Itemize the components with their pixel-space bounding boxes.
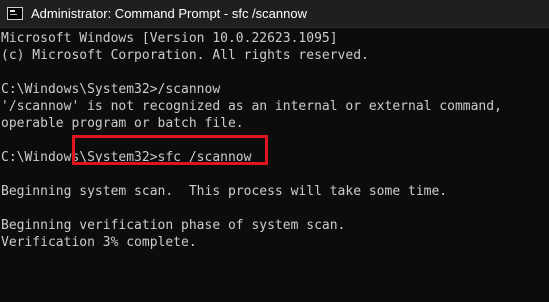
- window-title: Administrator: Command Prompt - sfc /sca…: [31, 6, 307, 21]
- console-line-copyright: (c) Microsoft Corporation. All rights re…: [1, 48, 369, 63]
- console-line-output: Beginning system scan. This process will…: [1, 184, 448, 199]
- console-line-progress: Verification 3% complete.: [1, 235, 197, 250]
- highlight-box: [72, 135, 268, 165]
- command-prompt-icon: [7, 7, 23, 20]
- title-bar[interactable]: Administrator: Command Prompt - sfc /sca…: [0, 0, 549, 28]
- console-line-error: '/scannow' is not recognized as an inter…: [1, 99, 502, 114]
- console-line-command: C:\Windows\System32>/scannow: [1, 82, 221, 97]
- console-line-version: Microsoft Windows [Version 10.0.22623.10…: [1, 31, 338, 46]
- console-output[interactable]: Microsoft Windows [Version 10.0.22623.10…: [0, 29, 549, 302]
- console-line-output: Beginning verification phase of system s…: [1, 218, 346, 233]
- console-line-error: operable program or batch file.: [1, 116, 244, 131]
